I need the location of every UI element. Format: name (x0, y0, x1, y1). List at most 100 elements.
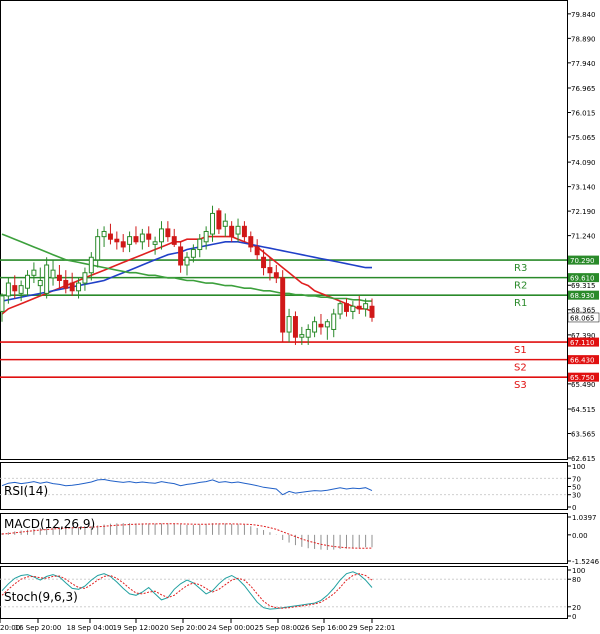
candle-body (76, 282, 82, 292)
candle-body (120, 241, 126, 248)
pivot-name-r1: R1 (514, 298, 527, 309)
pivot-name-s1: S1 (514, 345, 527, 356)
candle-body (337, 303, 343, 315)
candle-body (254, 246, 260, 256)
candle-body (133, 236, 139, 243)
rsi-tick-label: 100 (572, 463, 585, 471)
macd-tick-label: 1.0397 (572, 514, 597, 522)
candle-body (95, 236, 101, 261)
current-price-label: 68.065 (570, 314, 595, 322)
candle-body (248, 236, 254, 248)
pivot-price-tag-label: 69.610 (570, 275, 595, 283)
candle-body (12, 285, 18, 292)
candle-body (222, 220, 228, 227)
candle-body (356, 305, 362, 310)
time-tick-label: 18 Sep 04:00 (67, 624, 114, 632)
candle-body (127, 236, 133, 245)
price-tick-label: 73.140 (571, 184, 596, 192)
candle-body (44, 264, 50, 294)
candle-body (69, 282, 75, 292)
candle-body (273, 272, 279, 279)
price-tick-label: 69.315 (571, 282, 596, 290)
price-tick-label: 71.240 (571, 233, 596, 241)
trading-chart: R3 R2 R1 S1 S2 S3 79.840 78.890 77.940 76.965 76.… (0, 0, 600, 634)
candle-body (350, 305, 356, 312)
pivot-name-r2: R2 (514, 281, 527, 292)
price-tick-label: 64.515 (571, 406, 596, 414)
pivot-price-tag-label: 66.430 (570, 357, 595, 365)
time-tick-label: 26 Sep 16:00 (301, 624, 348, 632)
candle-body (152, 241, 158, 245)
candle-body (184, 256, 190, 266)
candle-body (324, 321, 330, 328)
candle-body (56, 274, 62, 281)
price-tick-label: 63.565 (571, 431, 596, 439)
candle-body (235, 225, 241, 235)
price-tick-label: 75.065 (571, 134, 596, 142)
time-tick-label: 19 Sep 12:00 (113, 624, 160, 632)
stoch-tick-label: 80 (572, 576, 581, 584)
price-tick-label: 77.940 (571, 60, 596, 68)
candle-body (203, 230, 209, 243)
candle-body (305, 328, 311, 338)
candle-body (261, 256, 267, 269)
macd-title: MACD(12,26,9) (4, 517, 95, 531)
time-tick-label: 16 Sep 20:00 (15, 624, 62, 632)
candle-body (88, 256, 94, 274)
candle-body (0, 295, 5, 312)
rsi-tick-label: 50 (572, 484, 581, 492)
rsi-tick-label: 30 (572, 492, 581, 500)
candle-body (63, 279, 69, 289)
candle-body (197, 238, 203, 251)
candle-body (18, 285, 24, 294)
pivot-price-tag-label: 67.110 (570, 339, 595, 347)
stoch-tick-label: 100 (572, 567, 585, 575)
price-tick-label: 76.015 (571, 109, 596, 117)
candle-body (25, 274, 30, 289)
candle-body (241, 225, 247, 238)
candle-body (369, 305, 375, 318)
price-tick-label: 62.615 (571, 455, 596, 463)
price-tick-label: 79.840 (571, 11, 596, 19)
candle-body (363, 303, 369, 310)
price-tick-label: 74.090 (571, 159, 596, 167)
candle-body (229, 225, 235, 238)
candle-body (171, 236, 177, 245)
candle-body (292, 316, 298, 338)
stoch-title: Stoch(9,6,3) (4, 590, 78, 604)
candle-body (312, 321, 318, 333)
pivot-name-s2: S2 (514, 363, 527, 374)
candle-body (146, 233, 152, 240)
candle-body (101, 230, 107, 238)
candle-body (31, 269, 37, 276)
candle-body (139, 233, 145, 243)
rsi-tick-label: 70 (572, 475, 581, 483)
candle-body (37, 279, 43, 287)
candle-body (286, 316, 292, 333)
rsi-title: RSI(14) (4, 484, 48, 498)
pivot-price-tag-label: 65.750 (570, 374, 595, 382)
rsi-tick-label: 0 (572, 504, 576, 512)
candle-body (178, 246, 184, 266)
macd-tick-label: -1.5246 (572, 558, 600, 566)
time-tick-label: 29 Sep 22:01 (349, 624, 396, 632)
candle-body (210, 212, 215, 235)
candle-body (190, 249, 196, 258)
price-tick-label: 72.190 (571, 208, 596, 216)
price-tick-label: 76.965 (571, 85, 596, 93)
time-tick-label: 20 Sep 20:00 (160, 624, 207, 632)
pivot-price-tag-label: 70.290 (570, 257, 595, 265)
candle-body (114, 238, 120, 243)
time-tick-label: 24 Sep 00:00 (208, 624, 255, 632)
pivot-name-r3: R3 (514, 263, 527, 274)
candle-body (344, 303, 349, 312)
stoch-tick-label: 0 (572, 613, 576, 621)
time-tick-label: 25 Sep 08:00 (255, 624, 302, 632)
pivot-price-tag-label: 68.930 (570, 292, 595, 300)
pivot-level-tags: 70.290 69.610 68.930 67.110 66.430 65.750 68.0… (567, 255, 600, 382)
price-tick-label: 78.890 (571, 35, 596, 43)
candle-body (280, 277, 286, 333)
candle-body (107, 233, 113, 240)
candle-body (299, 334, 305, 338)
chart-background (0, 0, 600, 634)
